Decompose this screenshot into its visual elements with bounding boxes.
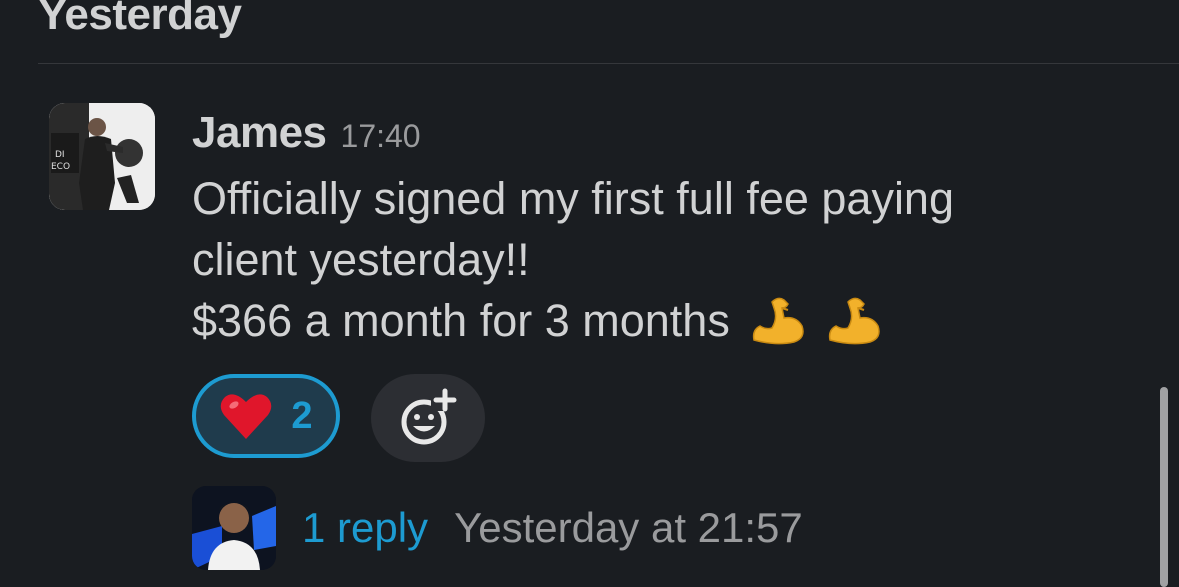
sender-name[interactable]: James [192,108,327,158]
message-timestamp[interactable]: 17:40 [341,118,421,155]
sender-avatar[interactable]: DI ECO [49,103,155,210]
reply-avatar [192,486,276,570]
day-divider-label: Yesterday [38,0,242,39]
message-line: client yesterday!! [192,234,530,285]
svg-text:DI: DI [55,150,65,160]
message-body: Officially signed my first full fee payi… [192,168,1092,351]
red-heart-icon [221,394,272,439]
flexed-biceps-icon [828,297,880,344]
scrollbar[interactable] [1160,387,1168,587]
reaction-count: 2 [291,394,313,437]
add-reaction-icon [401,388,457,445]
heart-reaction-button[interactable]: 2 [192,374,340,458]
message-line-with-emoji: $366 a month for 3 months [192,290,1092,351]
reply-count-link[interactable]: 1 reply [302,504,428,552]
last-reply-timestamp: Yesterday at 21:57 [454,504,803,551]
message-line: Officially signed my first full fee payi… [192,173,954,224]
thread-summary[interactable]: 1 reply Yesterday at 21:57 [192,486,803,570]
svg-text:ECO: ECO [51,162,70,172]
add-reaction-button[interactable] [371,374,485,462]
flexed-biceps-icon [752,297,804,344]
day-divider-line [38,63,1179,64]
message-line-text: $366 a month for 3 months [192,295,730,346]
message-header: James 17:40 [192,108,421,158]
